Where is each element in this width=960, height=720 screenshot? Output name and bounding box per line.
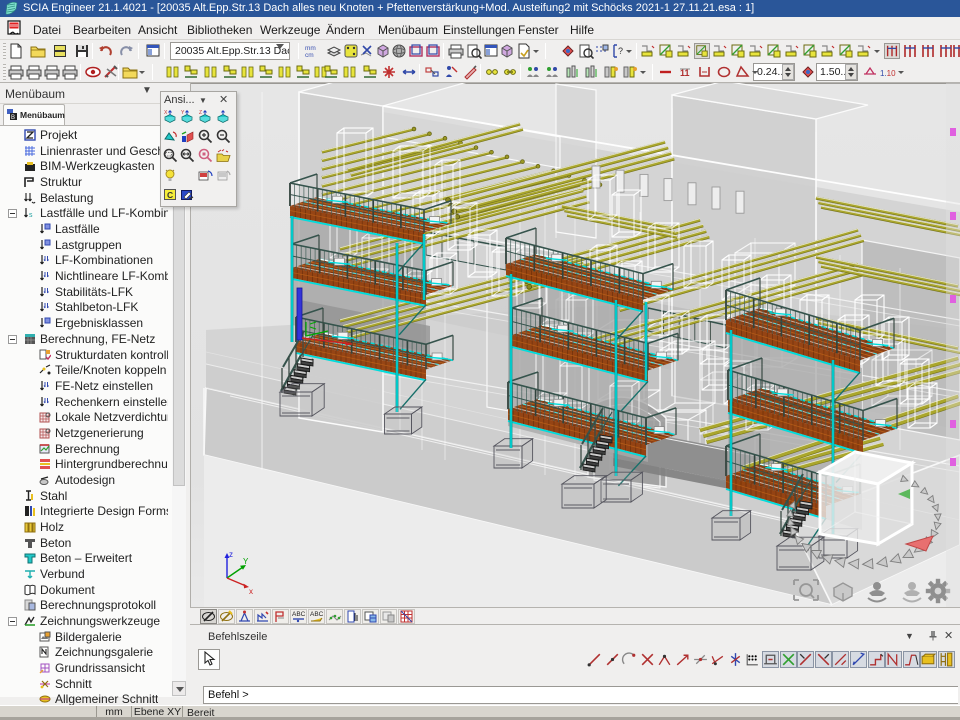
- svg-text:C: C: [167, 190, 173, 200]
- svg-text:cm: cm: [305, 52, 314, 59]
- svg-text:B: B: [11, 115, 15, 121]
- svg-text:X: X: [164, 110, 168, 116]
- svg-text:x: x: [249, 587, 253, 596]
- svg-text:Y: Y: [243, 557, 249, 566]
- svg-text:1.10: 1.10: [880, 69, 896, 78]
- svg-text:s: s: [29, 212, 33, 219]
- svg-text:ABC: ABC: [292, 611, 306, 618]
- svg-text:Y: Y: [181, 110, 185, 116]
- svg-text:?: ?: [618, 46, 623, 56]
- svg-text:Z: Z: [199, 110, 202, 116]
- svg-text:ABC: ABC: [310, 611, 324, 618]
- svg-text:mm: mm: [305, 45, 316, 52]
- svg-text:z: z: [229, 550, 233, 559]
